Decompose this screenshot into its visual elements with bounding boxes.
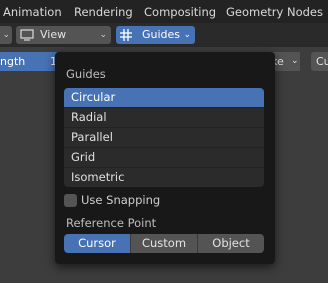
chevron-down-icon: ⌄ (99, 30, 107, 40)
guide-option-parallel[interactable]: Parallel (64, 128, 264, 148)
monitor-icon (20, 29, 34, 41)
guides-popover: Guides Circular Radial Parallel Grid Iso… (55, 52, 275, 264)
guide-option-grid[interactable]: Grid (64, 148, 264, 168)
use-snapping-checkbox[interactable] (64, 194, 77, 207)
reference-cursor-button[interactable]: Cursor (64, 234, 131, 253)
tab-rendering[interactable]: Rendering (74, 5, 133, 19)
editor-type-dropdown[interactable]: ⌄ (0, 26, 12, 44)
chevron-down-icon: ⌄ (183, 30, 191, 40)
editor-header: ⌄ View ⌄ Guides ⌄ (0, 23, 328, 47)
length-field[interactable]: ngth 1 (0, 52, 60, 71)
use-snapping-label: Use Snapping (81, 193, 161, 207)
chevron-down-icon: ⌄ (2, 30, 10, 40)
grid-guides-icon (120, 29, 132, 41)
view-label: View (40, 28, 67, 41)
right-field-fragment[interactable]: Cu (311, 52, 328, 71)
tab-geometry-nodes[interactable]: Geometry Nodes (226, 5, 323, 19)
chevron-down-icon: ⌄ (291, 56, 299, 66)
reference-custom-button[interactable]: Custom (131, 234, 198, 253)
guide-option-isometric[interactable]: Isometric (64, 168, 264, 187)
workspace-tabs-bar: Animation Rendering Compositing Geometry… (0, 0, 328, 23)
guides-label: Guides (142, 28, 181, 41)
right-field-label: Cu (316, 55, 328, 68)
reference-point-label: Reference Point (66, 216, 157, 230)
tab-animation[interactable]: Animation (3, 5, 62, 19)
guide-option-radial[interactable]: Radial (64, 108, 264, 128)
view-dropdown[interactable]: View ⌄ (16, 26, 111, 44)
guides-dropdown[interactable]: Guides ⌄ (116, 26, 195, 44)
right-chevron-fragment[interactable]: ⌄ (290, 52, 300, 71)
popover-title: Guides (66, 67, 106, 81)
guide-option-circular[interactable]: Circular (64, 88, 264, 108)
length-label: ngth (0, 55, 26, 68)
reference-point-selector: Cursor Custom Object (64, 234, 264, 253)
guide-type-list: Circular Radial Parallel Grid Isometric (64, 88, 264, 187)
reference-object-button[interactable]: Object (198, 234, 264, 253)
tab-compositing[interactable]: Compositing (144, 5, 216, 19)
